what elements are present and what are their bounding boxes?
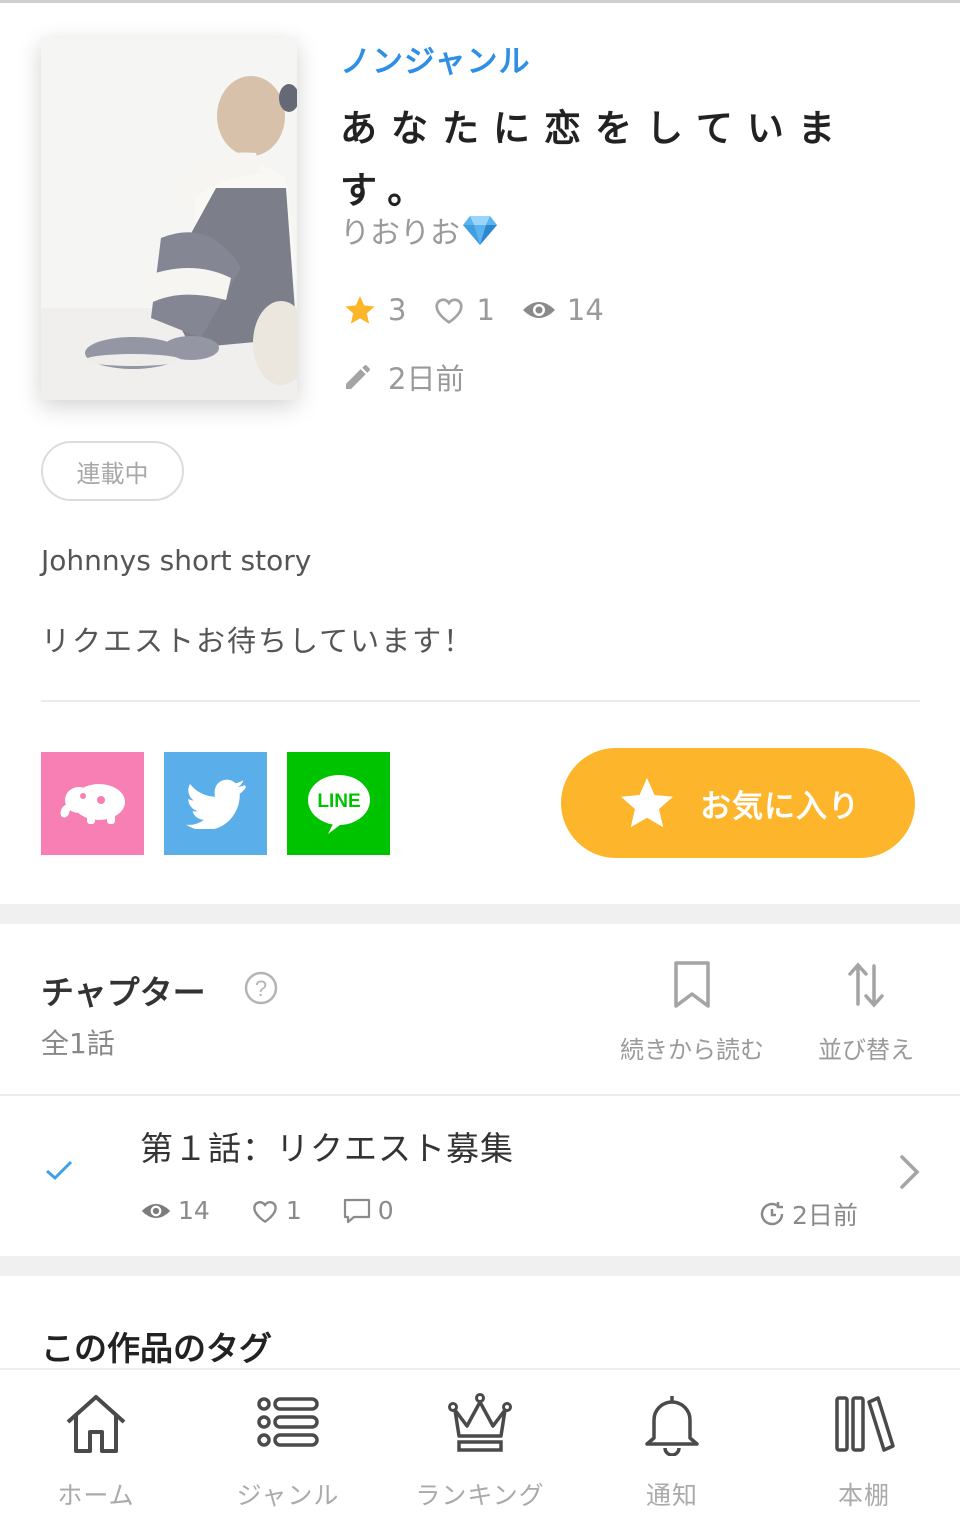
chapter-views-count: 14: [178, 1196, 210, 1225]
chapter-section-title: チャプター: [41, 973, 206, 1012]
chapter-date: 2日前: [758, 1196, 858, 1232]
nav-home-label: ホーム: [57, 1481, 135, 1510]
twitter-bird-icon: [185, 779, 246, 829]
views-count: 14: [566, 293, 604, 327]
gem-icon: [462, 214, 498, 246]
heart-icon: [252, 1200, 277, 1223]
description-line-2: リクエストお待ちしています！: [41, 624, 475, 658]
stars-count: 3: [388, 293, 407, 327]
description-line-1: Johnnys short story: [41, 544, 312, 577]
sort-button[interactable]: 並び替え: [818, 960, 914, 1065]
favorite-label: お気に入り: [700, 788, 860, 825]
author-name[interactable]: りおりお: [340, 208, 498, 252]
star-icon: [345, 295, 375, 324]
history-clock-icon: [760, 1202, 784, 1226]
list-icon: [257, 1397, 319, 1447]
bookmark-icon: [674, 961, 710, 1008]
chevron-right-icon[interactable]: [898, 1153, 922, 1195]
sort-label: 並び替え: [818, 1036, 914, 1064]
author-label: りおりお: [340, 216, 460, 251]
chapter-views: 14: [140, 1196, 210, 1225]
nav-notifications[interactable]: 通知: [576, 1392, 768, 1512]
nav-ranking[interactable]: ランキング: [384, 1392, 576, 1512]
section-separator: [0, 904, 960, 924]
share-line-button[interactable]: LINE: [287, 752, 390, 855]
line-label: LINE: [317, 791, 360, 812]
pencil-icon: [346, 365, 370, 389]
crown-icon: [448, 1393, 512, 1452]
updated-label: 2日前: [388, 362, 465, 396]
likes-count: 1: [476, 293, 495, 327]
bottom-nav: ホーム ジャンル ランキング 通知 本棚: [0, 1368, 960, 1532]
chapter-likes-count: 1: [285, 1196, 302, 1225]
book-title: あなたに恋をしています。: [340, 107, 849, 212]
chapter-comments: 0: [342, 1196, 394, 1225]
continue-reading-button[interactable]: 続きから読む: [620, 960, 764, 1065]
continue-reading-label: 続きから読む: [620, 1036, 764, 1064]
chapter-date-label: 2日前: [792, 1201, 858, 1230]
stars-stat: 3: [342, 293, 406, 327]
chapter-title[interactable]: 第１話：リクエスト募集: [140, 1122, 514, 1170]
status-badge: 連載中: [41, 441, 184, 501]
cover-image: [41, 38, 297, 400]
section-separator: [0, 1256, 960, 1276]
line-logo-icon: LINE: [307, 774, 370, 834]
read-check-icon: [44, 1158, 74, 1186]
chapter-row[interactable]: [0, 1096, 960, 1256]
book-stats: 3 1 14: [342, 293, 630, 327]
nav-bookshelf-label: 本棚: [837, 1481, 890, 1510]
star-icon: [621, 778, 673, 828]
share-twitter-button[interactable]: [164, 752, 267, 855]
chapter-stats: 14 1 0: [140, 1196, 434, 1225]
elephant-icon: [60, 783, 125, 824]
eye-icon: [522, 302, 555, 318]
likes-stat: 1: [432, 293, 495, 327]
favorite-button[interactable]: お気に入り: [561, 748, 915, 858]
home-icon: [66, 1395, 126, 1453]
genre-label[interactable]: ノンジャンル: [340, 36, 530, 81]
tags-section-title: この作品のタグ: [41, 1329, 272, 1368]
help-icon[interactable]: ?: [244, 971, 278, 1009]
top-border: [0, 0, 960, 3]
eye-icon: [141, 1203, 171, 1218]
svg-text:?: ?: [255, 976, 267, 1001]
chapter-count: 全1話: [41, 1027, 115, 1060]
nav-notifications-label: 通知: [645, 1481, 698, 1510]
chapter-likes: 1: [250, 1196, 302, 1225]
views-stat: 14: [521, 293, 604, 327]
nav-genre[interactable]: ジャンル: [192, 1392, 384, 1512]
nav-genre-label: ジャンル: [236, 1481, 340, 1510]
heart-icon: [435, 298, 464, 324]
sort-icon: [848, 962, 884, 1008]
comment-icon: [343, 1198, 370, 1223]
nav-home[interactable]: ホーム: [0, 1392, 192, 1512]
divider: [41, 700, 920, 702]
bookshelf-icon: [835, 1396, 895, 1452]
share-maho-button[interactable]: [41, 752, 144, 855]
nav-ranking-label: ランキング: [415, 1481, 545, 1510]
chapter-comments-count: 0: [377, 1196, 394, 1225]
updated-info: 2日前: [342, 356, 464, 398]
bell-icon: [645, 1396, 699, 1456]
nav-bookshelf[interactable]: 本棚: [768, 1392, 960, 1512]
